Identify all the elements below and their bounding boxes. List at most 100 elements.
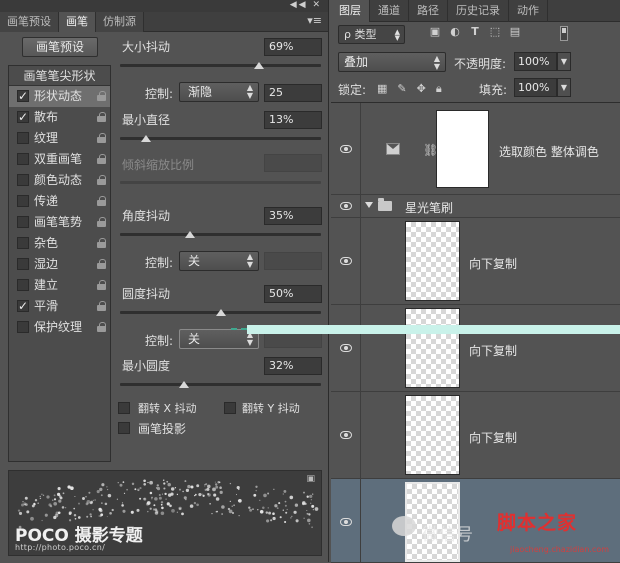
layer-mask-thumbnail[interactable] <box>436 110 489 188</box>
checkbox-icon[interactable] <box>17 195 29 207</box>
checkbox-checked-icon[interactable]: ✓ <box>17 300 29 312</box>
checkbox-icon[interactable] <box>17 237 29 249</box>
brush-option-item[interactable]: 保护纹理 <box>9 317 110 338</box>
checkbox-icon[interactable] <box>17 153 29 165</box>
visibility-eye-icon[interactable] <box>340 431 352 439</box>
size-jitter-value[interactable]: 69% <box>264 38 322 56</box>
checkbox-checked-icon[interactable]: ✓ <box>17 111 29 123</box>
min-roundness-value[interactable]: 32% <box>264 357 322 375</box>
layer-row[interactable]: 向下复制 <box>331 305 620 392</box>
flip-y-checkbox[interactable] <box>224 402 236 414</box>
checkbox-icon[interactable] <box>17 258 29 270</box>
angle-jitter-value[interactable]: 35% <box>264 207 322 225</box>
lock-all-icon[interactable]: 🔒︎ <box>436 82 442 96</box>
layer-row[interactable]: ⛓ 选取颜色 整体调色 <box>331 103 620 195</box>
brush-option-item[interactable]: 湿边 <box>9 254 110 275</box>
min-diameter-thumb[interactable] <box>141 135 152 142</box>
brush-presets-button[interactable]: 画笔预设 <box>22 37 98 57</box>
tab-brush[interactable]: 画笔 <box>59 12 96 32</box>
brush-option-item[interactable]: 双重画笔 <box>9 149 110 170</box>
brush-option-item[interactable]: ✓ 形状动态 <box>9 86 110 107</box>
filter-toggle-switch[interactable] <box>560 26 568 41</box>
layer-thumbnail[interactable] <box>405 221 460 301</box>
lock-icon[interactable] <box>97 154 106 164</box>
opacity-input[interactable]: 100% <box>514 52 557 71</box>
size-jitter-slider[interactable] <box>120 62 321 69</box>
layer-thumbnail[interactable] <box>405 308 460 388</box>
checkbox-icon[interactable] <box>17 279 29 291</box>
lock-icon[interactable] <box>97 259 106 269</box>
brush-option-item[interactable]: 杂色 <box>9 233 110 254</box>
adjustment-filter-icon[interactable]: ◐ <box>449 26 461 38</box>
lock-icon[interactable] <box>97 112 106 122</box>
collapse-icon[interactable]: ◀◀ ✕ <box>290 0 322 10</box>
lock-icon[interactable] <box>97 217 106 227</box>
min-diameter-slider[interactable] <box>120 135 321 142</box>
pixel-filter-icon[interactable]: ▣ <box>429 26 441 38</box>
tab-layers[interactable]: 图层 <box>331 0 370 22</box>
shape-filter-icon[interactable]: ⬚ <box>489 26 501 38</box>
lock-pixels-icon[interactable]: ✎ <box>397 82 406 96</box>
checkbox-icon[interactable] <box>17 216 29 228</box>
fade-steps-input[interactable]: 25 <box>264 84 322 102</box>
min-roundness-thumb[interactable] <box>179 381 190 388</box>
brush-option-item[interactable]: ✓ 散布 <box>9 107 110 128</box>
lock-icon[interactable] <box>97 91 106 101</box>
fill-dropdown-icon[interactable]: ▼ <box>557 78 571 97</box>
layer-row[interactable]: 向下复制 <box>331 392 620 479</box>
visibility-eye-icon[interactable] <box>340 145 352 153</box>
flip-x-checkbox[interactable] <box>118 402 130 414</box>
tab-channels[interactable]: 通道 <box>370 0 409 22</box>
tab-actions[interactable]: 动作 <box>509 0 548 22</box>
brush-option-item[interactable]: 建立 <box>9 275 110 296</box>
size-jitter-thumb[interactable] <box>253 62 264 69</box>
lock-icon[interactable] <box>97 196 106 206</box>
lock-icon[interactable] <box>97 322 106 332</box>
panel-menu-icon[interactable]: ▾≡ <box>307 14 322 27</box>
lock-icon[interactable] <box>97 238 106 248</box>
min-diameter-value[interactable]: 13% <box>264 111 322 129</box>
angle-jitter-thumb[interactable] <box>185 231 196 238</box>
tab-paths[interactable]: 路径 <box>409 0 448 22</box>
angle-control-dropdown[interactable]: 关 ▲ ▼ <box>179 251 259 271</box>
fill-input[interactable]: 100% <box>514 78 557 97</box>
brush-tip-shape-header[interactable]: 画笔笔尖形状 <box>9 66 110 86</box>
visibility-eye-icon[interactable] <box>340 518 352 526</box>
lock-icon[interactable] <box>97 133 106 143</box>
layer-row[interactable]: 向下复制 <box>331 218 620 305</box>
blend-mode-select[interactable]: 叠加 ▲ ▼ <box>338 52 446 72</box>
lock-icon[interactable] <box>97 301 106 311</box>
brush-option-item[interactable]: 颜色动态 <box>9 170 110 191</box>
preview-toggle-icon[interactable]: ▣ <box>306 474 315 484</box>
lock-icon[interactable] <box>97 175 106 185</box>
angle-jitter-slider[interactable] <box>120 231 321 238</box>
visibility-eye-icon[interactable] <box>340 202 352 210</box>
layer-thumbnail[interactable] <box>405 395 460 475</box>
brush-option-item[interactable]: 画笔笔势 <box>9 212 110 233</box>
checkbox-icon[interactable] <box>17 132 29 144</box>
roundness-jitter-value[interactable]: 50% <box>264 285 322 303</box>
lock-transparent-icon[interactable]: ▦ <box>377 82 387 96</box>
checkbox-checked-icon[interactable]: ✓ <box>17 90 29 102</box>
visibility-eye-icon[interactable] <box>340 344 352 352</box>
lock-position-icon[interactable]: ✥ <box>417 82 426 96</box>
visibility-eye-icon[interactable] <box>340 257 352 265</box>
layer-group-row[interactable]: 星光笔刷 <box>331 195 620 218</box>
roundness-jitter-thumb[interactable] <box>215 309 226 316</box>
size-control-dropdown[interactable]: 渐隐 ▲ ▼ <box>179 82 259 102</box>
brush-option-item[interactable]: ✓ 平滑 <box>9 296 110 317</box>
group-expand-arrow-icon[interactable] <box>365 202 373 208</box>
brush-projection-checkbox[interactable] <box>118 422 130 434</box>
min-roundness-slider[interactable] <box>120 381 321 388</box>
checkbox-icon[interactable] <box>17 321 29 333</box>
opacity-dropdown-icon[interactable]: ▼ <box>557 52 571 71</box>
brush-option-item[interactable]: 传递 <box>9 191 110 212</box>
smart-object-filter-icon[interactable]: ▤ <box>509 26 521 38</box>
lock-icon[interactable] <box>97 280 106 290</box>
tab-clone-source[interactable]: 仿制源 <box>96 12 144 32</box>
kind-filter-select[interactable]: ρ 类型 ▲ ▼ <box>338 25 405 44</box>
roundness-jitter-slider[interactable] <box>120 309 321 316</box>
type-filter-icon[interactable]: T <box>469 26 481 38</box>
tab-brush-presets[interactable]: 画笔预设 <box>0 12 59 32</box>
brush-option-item[interactable]: 纹理 <box>9 128 110 149</box>
